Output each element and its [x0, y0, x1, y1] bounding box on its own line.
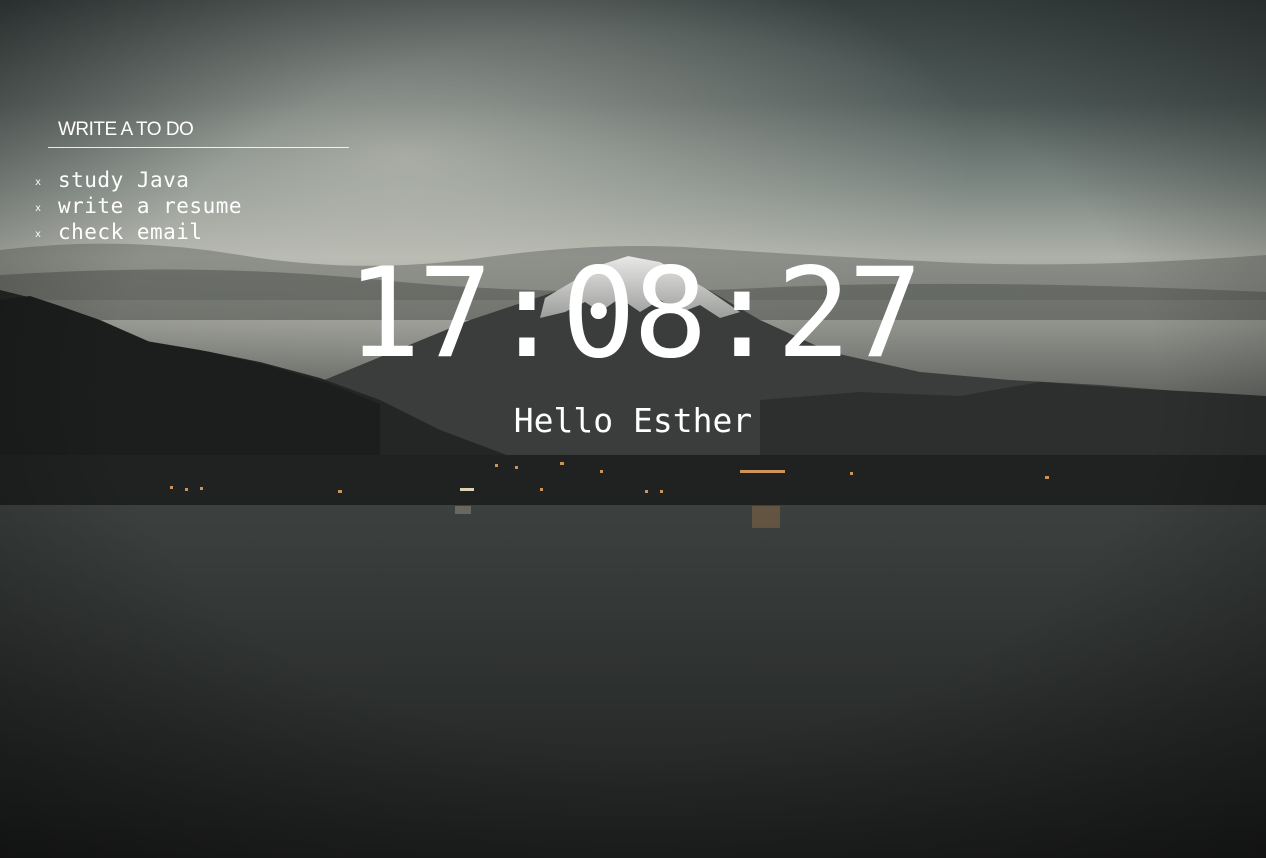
todo-item-text: study Java — [58, 168, 190, 192]
todo-item-text: check email — [58, 220, 203, 244]
delete-todo-button[interactable]: x — [30, 175, 46, 191]
todo-form — [48, 112, 349, 148]
greeting: Hello Esther — [513, 401, 753, 440]
delete-todo-button[interactable]: x — [30, 201, 46, 217]
clock: 17:08:27 — [346, 242, 922, 386]
todo-input[interactable] — [48, 112, 349, 148]
todo-list: x study Java x write a resume x check em… — [30, 167, 242, 245]
todo-item: x write a resume — [30, 193, 242, 219]
todo-item: x study Java — [30, 167, 242, 193]
todo-item-text: write a resume — [58, 194, 243, 218]
todo-item: x check email — [30, 219, 242, 245]
delete-todo-button[interactable]: x — [30, 227, 46, 243]
